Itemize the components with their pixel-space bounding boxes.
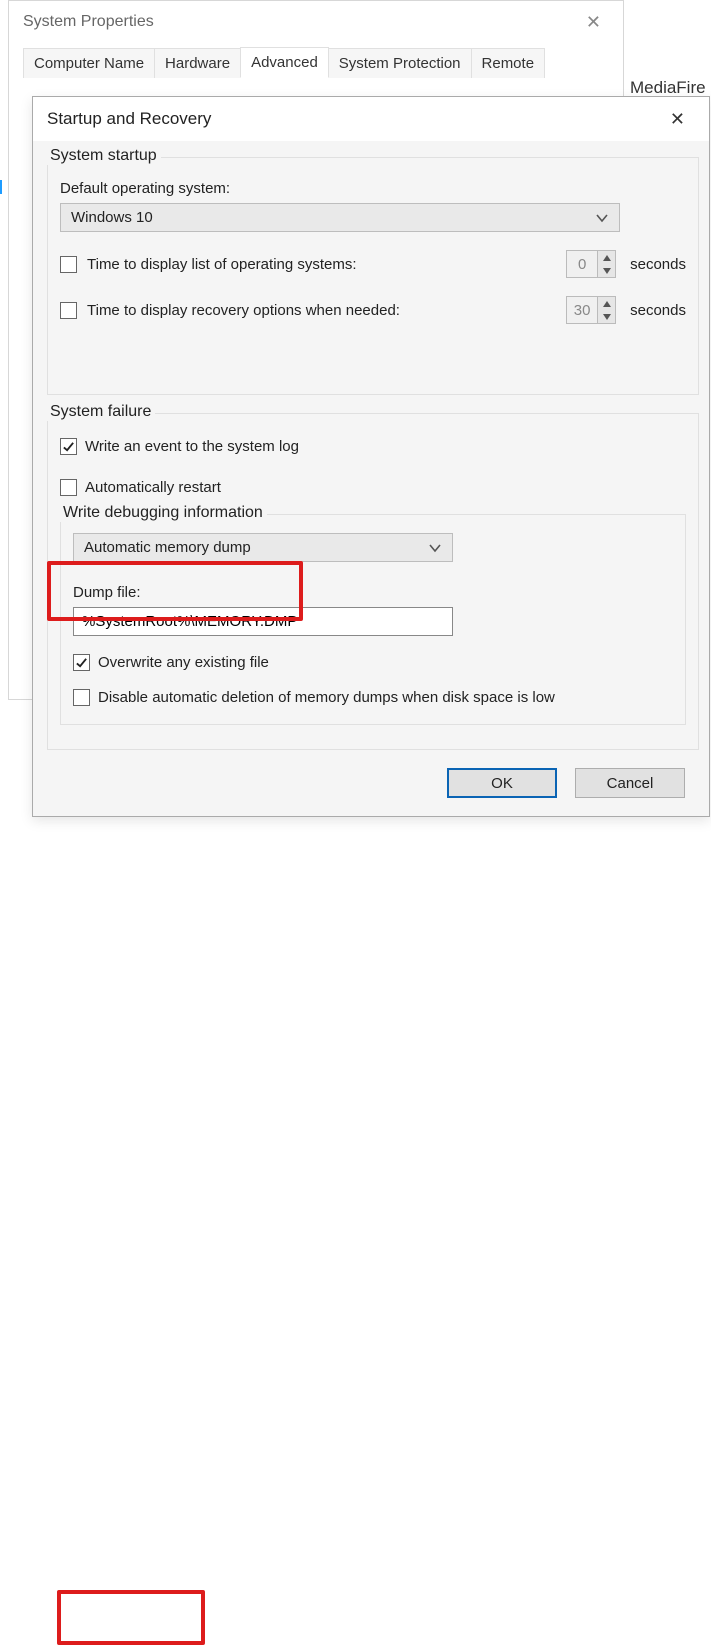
- default-os-select[interactable]: Windows 10: [60, 203, 620, 232]
- check-icon: [62, 440, 75, 453]
- ok-button[interactable]: OK: [447, 768, 557, 798]
- disable-delete-label: Disable automatic deletion of memory dum…: [98, 689, 555, 706]
- time-list-label: Time to display list of operating system…: [87, 256, 357, 273]
- time-recovery-row: Time to display recovery options when ne…: [60, 296, 686, 324]
- dump-file-input[interactable]: [73, 607, 453, 636]
- tab-system-protection[interactable]: System Protection: [328, 48, 472, 78]
- dump-type-value: Automatic memory dump: [84, 539, 251, 556]
- dialog-body: System startup Default operating system:…: [33, 141, 709, 816]
- auto-restart-row: Automatically restart: [60, 479, 686, 496]
- accent-strip: [0, 180, 2, 194]
- auto-restart-label: Automatically restart: [85, 479, 221, 496]
- dialog-button-row: OK Cancel: [47, 768, 699, 798]
- close-icon[interactable]: ✕: [660, 103, 695, 136]
- dump-type-select[interactable]: Automatic memory dump: [73, 533, 453, 562]
- mediafire-label: MediaFire: [630, 78, 706, 98]
- disable-delete-checkbox[interactable]: [73, 689, 90, 706]
- dialog-titlebar: Startup and Recovery ✕: [33, 97, 709, 141]
- startup-recovery-dialog: Startup and Recovery ✕ System startup De…: [32, 96, 710, 817]
- tab-advanced[interactable]: Advanced: [240, 47, 329, 78]
- time-list-unit: seconds: [630, 256, 686, 273]
- overwrite-label: Overwrite any existing file: [98, 654, 269, 671]
- default-os-label: Default operating system:: [60, 180, 686, 197]
- debug-info-group: Write debugging information Automatic me…: [60, 514, 686, 725]
- auto-restart-checkbox[interactable]: [60, 479, 77, 496]
- bg-window-title: System Properties: [23, 13, 154, 31]
- write-event-checkbox[interactable]: [60, 438, 77, 455]
- spinner-down-icon[interactable]: [598, 264, 615, 277]
- system-startup-group: System startup Default operating system:…: [47, 157, 699, 395]
- time-recovery-value: 30: [567, 297, 597, 323]
- time-list-spinner[interactable]: 0: [566, 250, 616, 278]
- bg-titlebar: System Properties ✕: [9, 1, 623, 43]
- spinner-up-icon[interactable]: [598, 251, 615, 264]
- system-startup-title: System startup: [46, 147, 161, 165]
- time-recovery-spinner[interactable]: 30: [566, 296, 616, 324]
- tab-hardware[interactable]: Hardware: [154, 48, 241, 78]
- highlight-ok: [57, 1590, 205, 1645]
- system-failure-title: System failure: [46, 403, 155, 421]
- time-recovery-unit: seconds: [630, 302, 686, 319]
- disable-delete-row: Disable automatic deletion of memory dum…: [73, 689, 673, 706]
- check-icon: [75, 656, 88, 669]
- cancel-button[interactable]: Cancel: [575, 768, 685, 798]
- debug-info-title: Write debugging information: [59, 504, 267, 522]
- close-icon[interactable]: ✕: [578, 8, 609, 37]
- time-recovery-checkbox[interactable]: [60, 302, 77, 319]
- tab-remote[interactable]: Remote: [471, 48, 546, 78]
- chevron-down-icon: [595, 211, 609, 225]
- time-list-checkbox[interactable]: [60, 256, 77, 273]
- default-os-value: Windows 10: [71, 209, 153, 226]
- write-event-label: Write an event to the system log: [85, 438, 299, 455]
- time-list-value: 0: [567, 251, 597, 277]
- dialog-title: Startup and Recovery: [47, 109, 211, 129]
- time-list-row: Time to display list of operating system…: [60, 250, 686, 278]
- chevron-down-icon: [428, 541, 442, 555]
- spinner-down-icon[interactable]: [598, 310, 615, 323]
- system-failure-group: System failure Write an event to the sys…: [47, 413, 699, 750]
- overwrite-checkbox[interactable]: [73, 654, 90, 671]
- dump-file-label: Dump file:: [73, 584, 673, 601]
- write-event-row: Write an event to the system log: [60, 438, 686, 455]
- tab-computer-name[interactable]: Computer Name: [23, 48, 155, 78]
- bg-tabs: Computer Name Hardware Advanced System P…: [9, 43, 623, 78]
- overwrite-row: Overwrite any existing file: [73, 654, 673, 671]
- spinner-up-icon[interactable]: [598, 297, 615, 310]
- time-recovery-label: Time to display recovery options when ne…: [87, 302, 400, 319]
